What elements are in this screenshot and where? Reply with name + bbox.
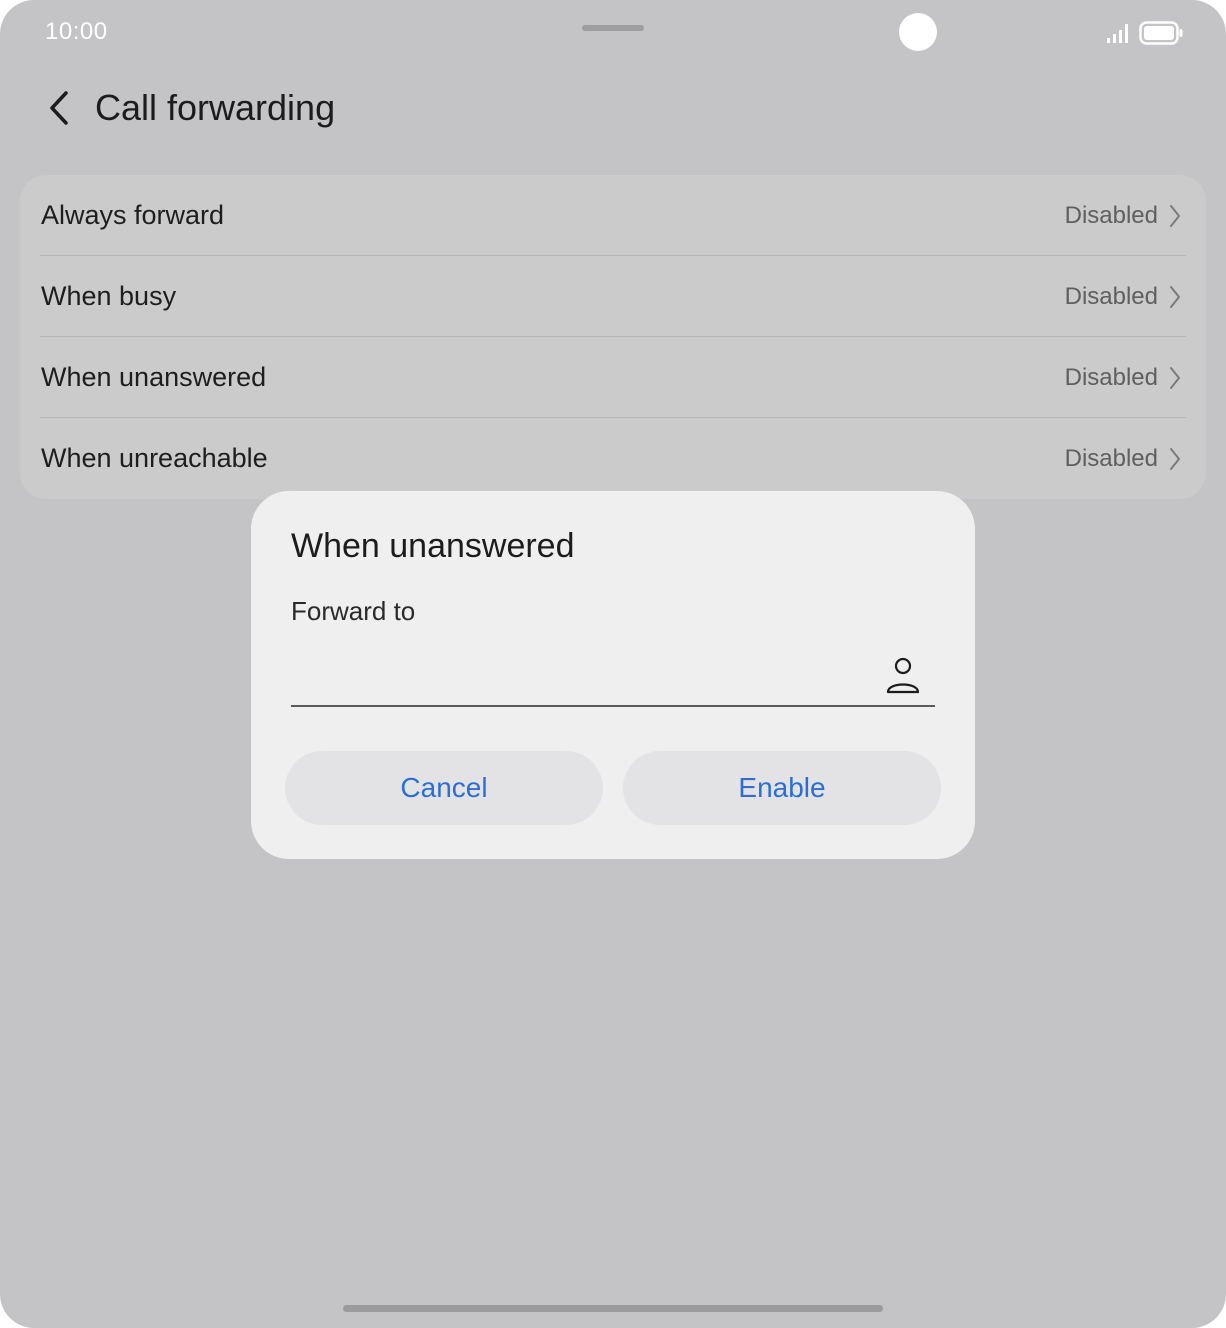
list-item-label: When unanswered — [41, 362, 267, 392]
enable-button[interactable]: Enable — [623, 751, 941, 825]
status-time: 10:00 — [45, 18, 108, 45]
list-item-label: Always forward — [41, 200, 225, 230]
forward-dialog: When unanswered Forward to Cancel Enable — [251, 491, 975, 859]
page-title: Call forwarding — [95, 87, 336, 128]
back-arrow-icon[interactable] — [40, 86, 80, 130]
signal-icon — [1107, 24, 1128, 43]
chevron-right-icon — [1170, 205, 1180, 227]
list-item-always-forward[interactable]: Always forward Disabled — [20, 175, 1206, 256]
cancel-button[interactable]: Cancel — [285, 751, 603, 825]
list-item-when-busy[interactable]: When busy Disabled — [20, 256, 1206, 337]
forward-number-input[interactable] — [291, 651, 871, 701]
list-item-when-unanswered[interactable]: When unanswered Disabled — [20, 337, 1206, 418]
list-item-when-unreachable[interactable]: When unreachable Disabled — [20, 418, 1206, 499]
fold-handle — [582, 25, 644, 31]
input-underline — [291, 705, 935, 707]
list-item-label: When busy — [41, 281, 177, 311]
list-item-label: When unreachable — [41, 443, 268, 473]
list-item-status: Disabled — [1064, 283, 1158, 310]
list-item-status: Disabled — [1064, 202, 1158, 229]
screen: 10:00 Call forwarding Always forward Dis… — [0, 0, 1226, 1328]
chevron-right-icon — [1170, 367, 1180, 389]
list-item-status: Disabled — [1064, 364, 1158, 391]
forward-to-label: Forward to — [291, 596, 416, 626]
navigation-handle[interactable] — [343, 1305, 883, 1312]
dialog-title: When unanswered — [291, 527, 575, 565]
contact-person-icon[interactable] — [883, 654, 923, 698]
chevron-right-icon — [1170, 286, 1180, 308]
forwarding-options-list: Always forward Disabled When busy Disabl… — [20, 175, 1206, 499]
chevron-right-icon — [1170, 448, 1180, 470]
battery-icon — [1139, 21, 1183, 45]
list-item-status: Disabled — [1064, 445, 1158, 472]
front-camera — [899, 13, 937, 51]
